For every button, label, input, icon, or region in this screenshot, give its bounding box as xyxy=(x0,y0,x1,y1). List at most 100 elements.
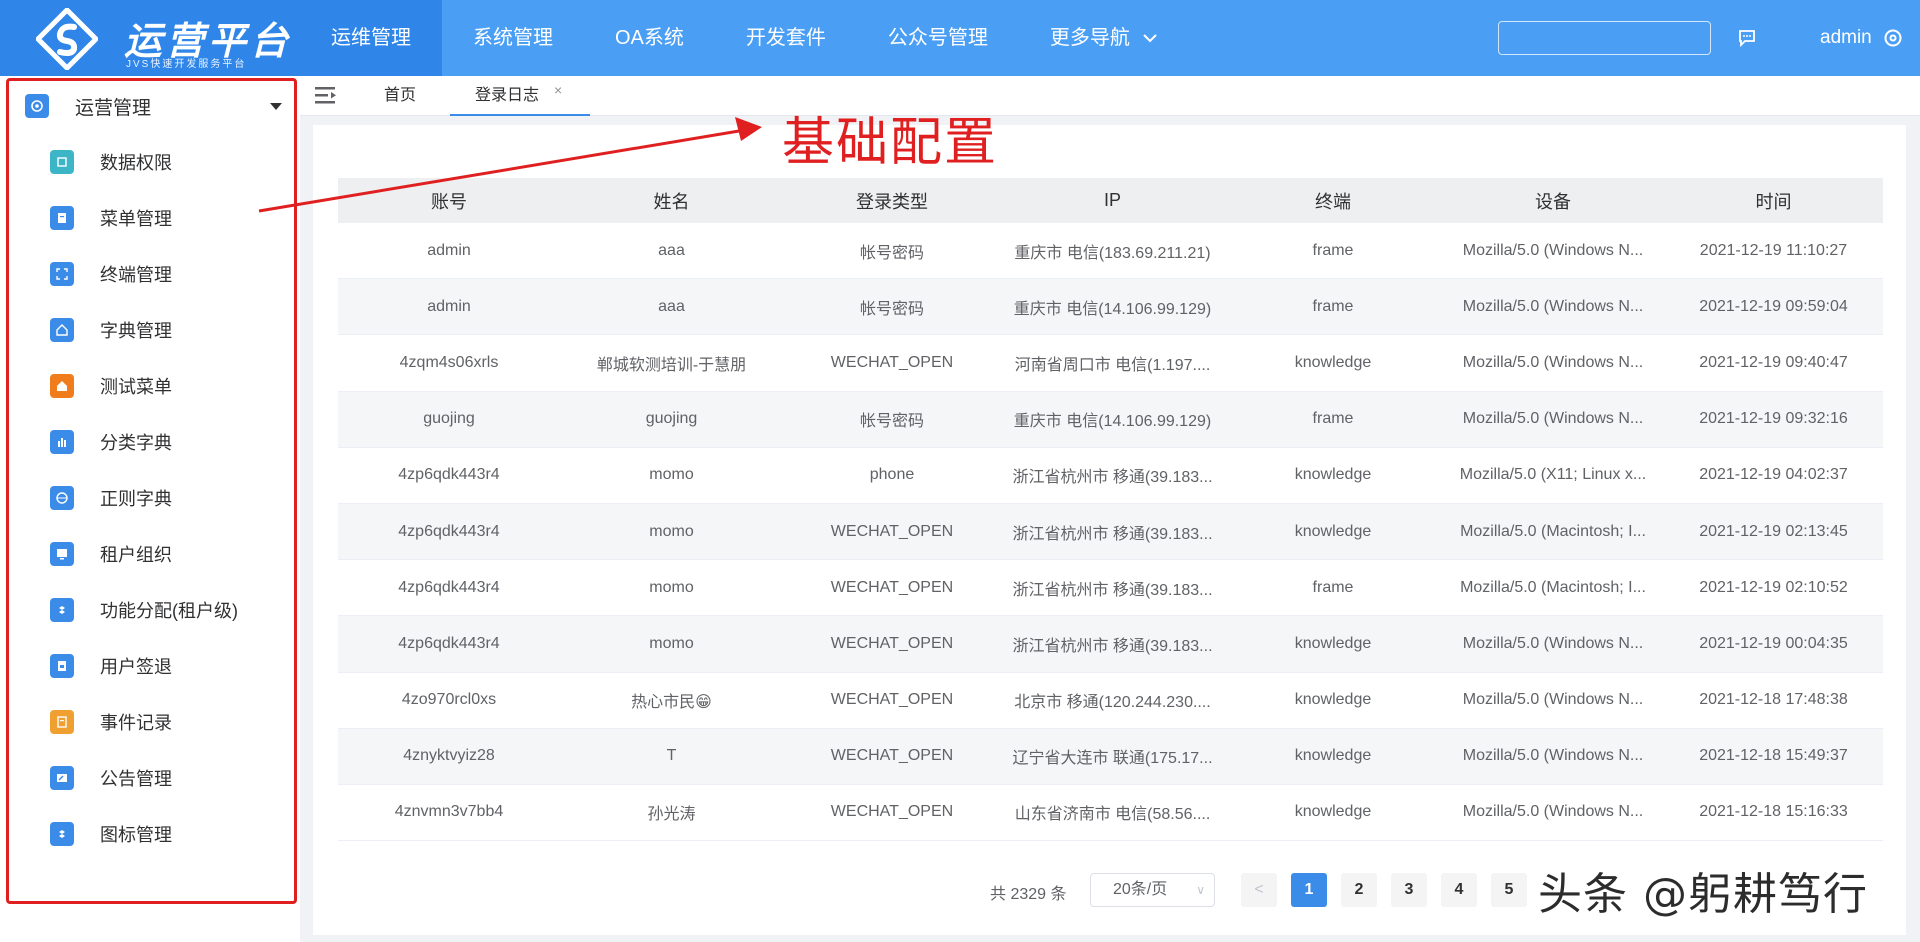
sidebar-item[interactable]: 字典管理 xyxy=(0,310,290,350)
nav-item-official-account[interactable]: 公众号管理 xyxy=(857,0,1019,76)
table-cell: knowledge xyxy=(1294,466,1372,484)
sidebar-item[interactable]: 菜单管理 xyxy=(0,198,290,238)
sidebar-item[interactable]: 用户签退 xyxy=(0,646,290,686)
sidebar-item[interactable]: 终端管理 xyxy=(0,254,290,294)
sidebar-group-ops-management[interactable]: 运营管理 xyxy=(0,88,290,124)
sidebar-item[interactable]: 图标管理 xyxy=(0,814,290,854)
hamburger-icon[interactable] xyxy=(315,86,337,104)
settings-icon[interactable] xyxy=(1883,28,1903,48)
message-icon[interactable] xyxy=(1737,28,1757,48)
table-row[interactable]: guojing guojing 帐号密码 重庆市 电信(14.106.99.129) f… xyxy=(338,391,1883,448)
table-cell: 浙江省杭州市 移通(39.183... xyxy=(1012,637,1213,655)
table-cell: 2021-12-19 00:04:35 xyxy=(1699,634,1848,652)
table-cell: 帐号密码 xyxy=(859,300,924,318)
page-button[interactable]: 4 xyxy=(1441,873,1477,907)
table-row[interactable]: 4zp6qdk443r4 momo phone 浙江省杭州市 移通(39.183...… xyxy=(338,448,1883,504)
nav-item-system[interactable]: 系统管理 xyxy=(442,0,584,76)
prev-page-button[interactable]: < xyxy=(1241,873,1277,907)
table-cell: 孙光涛 xyxy=(647,806,696,824)
nav-item-more[interactable]: 更多导航 xyxy=(1019,0,1189,76)
sidebar-item[interactable]: 功能分配(租户级) xyxy=(0,590,290,630)
table-row[interactable]: admin aaa 帐号密码 重庆市 电信(183.69.211.21) frame Mo… xyxy=(338,223,1883,280)
table-cell: Mozilla/5.0 (Windows N... xyxy=(1462,634,1644,652)
table-cell: frame xyxy=(1312,241,1354,259)
house-icon xyxy=(50,374,74,398)
nav-item-devkit[interactable]: 开发套件 xyxy=(715,0,857,76)
search-input[interactable] xyxy=(1498,21,1711,55)
table-cell: 帐号密码 xyxy=(859,413,924,431)
table-cell: 山东省济南市 电信(58.56.... xyxy=(1014,806,1211,824)
sidebar-item-label: 租户组织 xyxy=(100,545,172,565)
table-row[interactable]: 4zqm4s06xrls 郸城软测培训-于慧朋 WECHAT_OPEN 河南省周口市 … xyxy=(338,335,1883,392)
tab-home[interactable]: 首页 xyxy=(384,76,416,116)
user-name[interactable]: admin xyxy=(1820,27,1872,49)
table-cell: momo xyxy=(649,634,694,652)
sidebar-item-label: 终端管理 xyxy=(100,265,172,285)
total-count: 共 2329 条 xyxy=(990,886,1067,903)
sidebar-item[interactable]: 分类字典 xyxy=(0,422,290,462)
table-cell: frame xyxy=(1312,578,1354,596)
table-cell: WECHAT_OPEN xyxy=(830,747,954,765)
table-cell: 河南省周口市 电信(1.197.... xyxy=(1014,356,1211,374)
table-cell: Mozilla/5.0 (Windows N... xyxy=(1462,353,1644,371)
table-cell: 2021-12-19 09:59:04 xyxy=(1699,297,1848,315)
table-row[interactable]: 4zp6qdk443r4 momo WECHAT_OPEN 浙江省杭州市 移通(39.… xyxy=(338,503,1883,561)
page-size-select[interactable]: 20条/页 ∨ xyxy=(1090,873,1215,907)
table-cell: phone xyxy=(869,466,915,484)
table-cell: frame xyxy=(1312,297,1354,315)
table-row[interactable]: 4zo970rcl0xs 热心市民😁 WECHAT_OPEN 北京市 移通(120.2… xyxy=(338,673,1883,729)
table-cell: 辽宁省大连市 联通(175.17... xyxy=(1012,750,1213,768)
page-button[interactable]: 3 xyxy=(1391,873,1427,907)
table-cell: frame xyxy=(1312,410,1354,428)
sidebar-item-label: 功能分配(租户级) xyxy=(100,601,238,621)
sidebar-item[interactable]: 公告管理 xyxy=(0,758,290,798)
sidebar-item[interactable]: 租户组织 xyxy=(0,534,290,574)
table-cell: 4znvmn3v7bb4 xyxy=(394,803,504,821)
table-row[interactable]: admin aaa 帐号密码 重庆市 电信(14.106.99.129) frame Mo… xyxy=(338,279,1883,336)
scan-icon xyxy=(50,262,74,286)
table-cell: WECHAT_OPEN xyxy=(830,691,954,709)
nav-label: 系统管理 xyxy=(473,27,553,49)
column-header: 终端 xyxy=(1315,191,1351,212)
table-cell: 重庆市 电信(14.106.99.129) xyxy=(1013,413,1212,431)
table-cell: 帐号密码 xyxy=(859,244,924,262)
table-cell: Mozilla/5.0 (Macintosh; I... xyxy=(1460,578,1646,596)
table-cell: 重庆市 电信(14.106.99.129) xyxy=(1013,300,1212,318)
nav-item-oa[interactable]: OA系统 xyxy=(584,0,715,76)
sidebar-item[interactable]: 测试菜单 xyxy=(0,366,290,406)
sidebar-item[interactable]: 正则字典 xyxy=(0,478,290,518)
logo-mark-icon xyxy=(36,8,98,70)
nav-label: 开发套件 xyxy=(745,27,826,49)
table-row[interactable]: 4znvmn3v7bb4 孙光涛 WECHAT_OPEN 山东省济南市 电信(58.5… xyxy=(338,785,1883,842)
table-cell: 2021-12-19 11:10:27 xyxy=(1699,241,1848,259)
table-row[interactable]: 4zp6qdk443r4 momo WECHAT_OPEN 浙江省杭州市 移通(39.… xyxy=(338,616,1883,673)
sidebar-item[interactable]: 数据权限 xyxy=(0,142,290,182)
table-row[interactable]: 4znyktvyiz28 T WECHAT_OPEN 辽宁省大连市 联通(175.17… xyxy=(338,728,1883,785)
tab-login-log[interactable]: 登录日志 × xyxy=(450,76,590,116)
nav-label: 公众号管理 xyxy=(887,27,988,49)
nav-item-ops[interactable]: 运维管理 xyxy=(300,0,442,76)
close-icon[interactable]: × xyxy=(554,70,562,110)
record-icon xyxy=(50,710,74,734)
page-button[interactable]: 5 xyxy=(1491,873,1527,907)
bar-chart-icon xyxy=(50,430,74,454)
table-cell: 浙江省杭州市 移通(39.183... xyxy=(1012,581,1213,599)
table-cell: 重庆市 电信(183.69.211.21) xyxy=(1014,244,1211,262)
table-cell: Mozilla/5.0 (Windows N... xyxy=(1462,691,1644,709)
table-row[interactable]: 4zp6qdk443r4 momo WECHAT_OPEN 浙江省杭州市 移通(39.… xyxy=(338,560,1883,617)
column-header: 设备 xyxy=(1535,191,1571,212)
table-cell: 4znyktvyiz28 xyxy=(403,747,495,765)
page-size-value: 20条/页 xyxy=(1113,881,1168,898)
sidebar-item[interactable]: 事件记录 xyxy=(0,702,290,742)
table-cell: knowledge xyxy=(1294,747,1372,765)
home-icon xyxy=(50,318,74,342)
column-header: IP xyxy=(1103,190,1121,210)
table-header: 账号 姓名 登录类型 IP 终端 设备 时间 xyxy=(338,178,1883,223)
page-button[interactable]: 1 xyxy=(1291,873,1327,907)
page-button[interactable]: 2 xyxy=(1341,873,1377,907)
table-cell: aaa xyxy=(658,241,685,259)
logo[interactable]: 运营平台 JVS快速开发服务平台 xyxy=(0,0,300,76)
table-cell: admin xyxy=(427,241,471,259)
table-cell: T xyxy=(666,747,677,765)
sidebar-item-label: 分类字典 xyxy=(100,433,172,453)
